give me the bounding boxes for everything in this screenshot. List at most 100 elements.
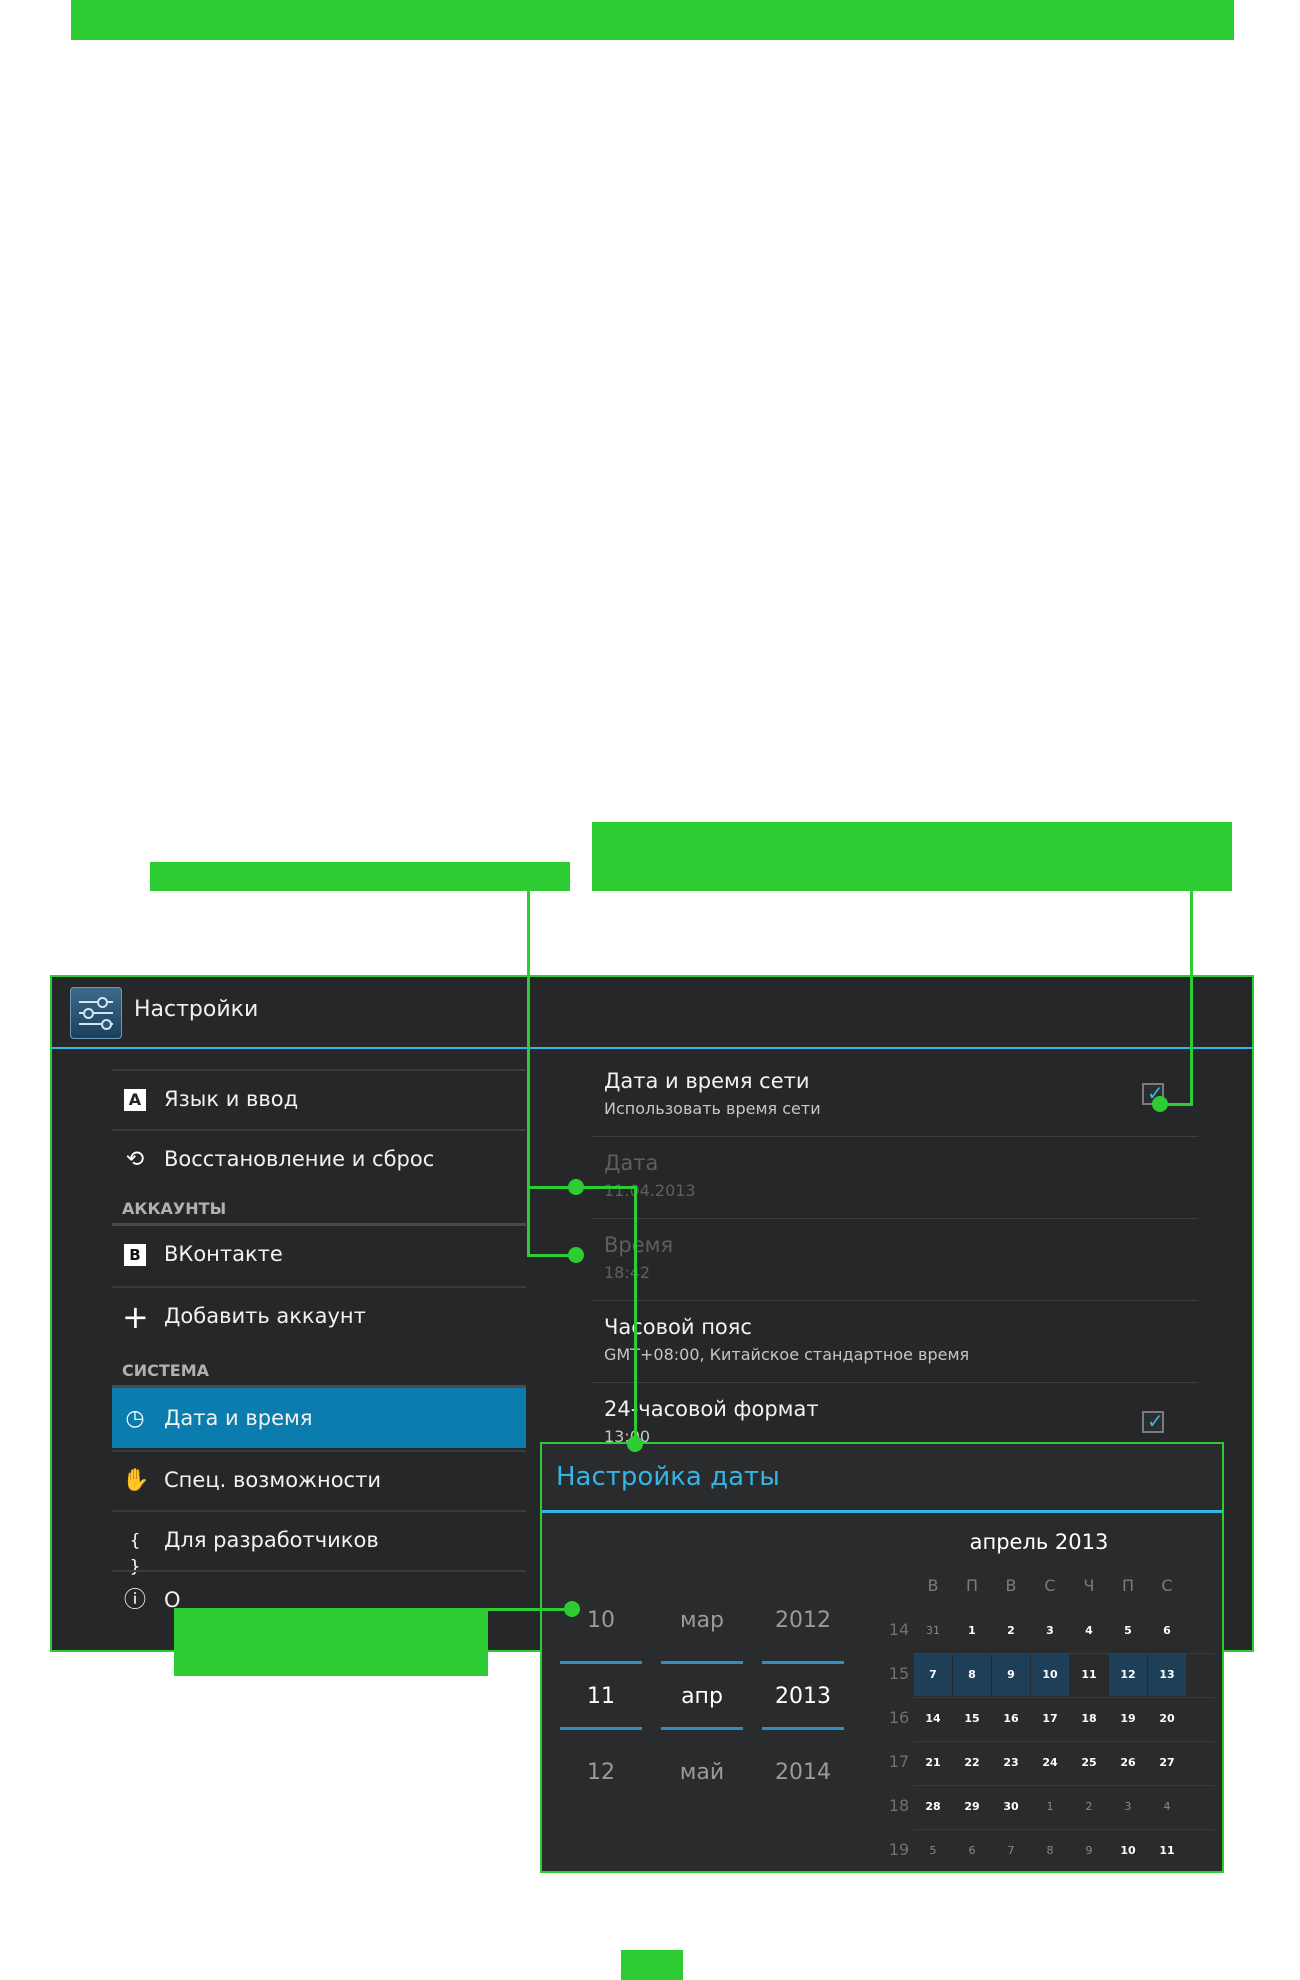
weekday-header: П	[1121, 1576, 1135, 1595]
calendar-day[interactable]: 26	[1109, 1742, 1147, 1784]
sidebar-item-add-account[interactable]: + Добавить аккаунт	[112, 1286, 526, 1346]
network-time-row[interactable]: Дата и время сети Использовать время сет…	[592, 1055, 1198, 1137]
calendar-day[interactable]: 28	[914, 1786, 952, 1828]
sidebar-item-language[interactable]: A Язык и ввод	[112, 1069, 526, 1129]
calendar-day[interactable]: 15	[953, 1698, 991, 1740]
spinner-next-value[interactable]: 12	[560, 1760, 642, 1785]
setting-summary: 11.04.2013	[604, 1181, 696, 1200]
calendar-day[interactable]: 7	[914, 1654, 952, 1696]
calendar-day[interactable]: 8	[953, 1654, 991, 1696]
calendar-day[interactable]: 3	[1109, 1786, 1147, 1828]
calendar-day[interactable]: 6	[953, 1830, 991, 1871]
sidebar-item-vkontakte[interactable]: B ВКонтакте	[112, 1226, 526, 1286]
spinner-prev-value[interactable]: мар	[661, 1608, 743, 1633]
calendar-day[interactable]: 16	[992, 1698, 1030, 1740]
calendar-day[interactable]: 2	[992, 1610, 1030, 1652]
sidebar-item-date-time[interactable]: ◷ Дата и время	[112, 1388, 526, 1448]
sidebar-item-label: Дата и время	[164, 1406, 313, 1430]
setting-title: Часовой пояс	[604, 1315, 752, 1339]
calendar-day[interactable]: 12	[1109, 1654, 1147, 1696]
calendar-day[interactable]: 17	[1031, 1698, 1069, 1740]
header-banner	[71, 0, 1234, 40]
app-title: Настройки	[134, 997, 259, 1022]
callout-label-picker	[174, 1608, 488, 1676]
calendar-day[interactable]: 6	[1148, 1610, 1186, 1652]
calendar-day[interactable]: 23	[992, 1742, 1030, 1784]
check-icon: ✓	[1147, 1409, 1164, 1433]
dialog-title-divider	[542, 1510, 1222, 1513]
callout-label-network-time	[592, 822, 1232, 891]
weekday-header: Ч	[1083, 1576, 1095, 1595]
calendar-day[interactable]: 13	[1148, 1654, 1186, 1696]
calendar-day[interactable]: 7	[992, 1830, 1030, 1871]
dialog-title: Настройка даты	[556, 1462, 780, 1492]
week-number: 19	[888, 1840, 910, 1859]
sidebar-item-label: Восстановление и сброс	[164, 1147, 435, 1171]
spinner-prev-value[interactable]: 2012	[762, 1608, 844, 1633]
calendar-day[interactable]: 25	[1070, 1742, 1108, 1784]
spinner-divider	[661, 1661, 743, 1664]
setting-title: Время	[604, 1233, 674, 1257]
hand-icon: ✋	[122, 1468, 150, 1493]
calendar-day[interactable]: 9	[992, 1654, 1030, 1696]
spinner-next-value[interactable]: май	[661, 1760, 743, 1785]
calendar-day[interactable]: 11	[1148, 1830, 1186, 1871]
sidebar-item-label: Для разработчиков	[164, 1528, 379, 1552]
settings-app-icon[interactable]	[70, 987, 122, 1039]
timezone-row[interactable]: Часовой пояс GMT+08:00, Китайское станда…	[592, 1301, 1198, 1383]
calendar-day[interactable]: 27	[1148, 1742, 1186, 1784]
spinner-current-value[interactable]: апр	[661, 1684, 743, 1709]
calendar-day[interactable]: 29	[953, 1786, 991, 1828]
calendar-day[interactable]: 5	[914, 1830, 952, 1871]
callout-dot	[564, 1601, 580, 1617]
week-number: 17	[888, 1752, 910, 1771]
sidebar-item-developer[interactable]: { } Для разработчиков	[112, 1510, 526, 1577]
calendar-day[interactable]: 8	[1031, 1830, 1069, 1871]
week-number: 15	[888, 1664, 910, 1683]
calendar-day[interactable]: 24	[1031, 1742, 1069, 1784]
format-24h-checkbox[interactable]: ✓	[1142, 1409, 1164, 1433]
calendar-day[interactable]: 3	[1031, 1610, 1069, 1652]
calendar-day[interactable]: 10	[1031, 1654, 1069, 1696]
weekday-header: С	[1044, 1576, 1056, 1595]
section-header-system: СИСТЕМА	[122, 1361, 210, 1380]
time-row[interactable]: Время 18:42	[592, 1219, 1198, 1301]
week-number: 16	[888, 1708, 910, 1727]
calendar-day[interactable]: 20	[1148, 1698, 1186, 1740]
spinner-current-value[interactable]: 11	[560, 1684, 642, 1709]
date-row[interactable]: Дата 11.04.2013	[592, 1137, 1198, 1219]
callout-line	[488, 1608, 568, 1611]
calendar-day[interactable]: 30	[992, 1786, 1030, 1828]
sidebar-item-reset[interactable]: ⟲ Восстановление и сброс	[112, 1129, 526, 1189]
sidebar-item-accessibility[interactable]: ✋ Спец. возможности	[112, 1450, 526, 1510]
plus-icon: +	[122, 1298, 149, 1336]
calendar-day[interactable]: 19	[1109, 1698, 1147, 1740]
calendar-day[interactable]: 2	[1070, 1786, 1108, 1828]
setting-title: Дата и время сети	[604, 1069, 810, 1093]
spinner-current-value[interactable]: 2013	[762, 1684, 844, 1709]
callout-line	[634, 1186, 637, 1444]
calendar-day[interactable]: 1	[1031, 1786, 1069, 1828]
calendar-month-label: апрель 2013	[969, 1530, 1109, 1554]
calendar-day[interactable]: 4	[1148, 1786, 1186, 1828]
sidebar-item-label: Язык и ввод	[164, 1087, 299, 1111]
keyboard-a-icon: A	[124, 1089, 146, 1111]
spinner-divider	[560, 1661, 642, 1664]
calendar-day[interactable]: 22	[953, 1742, 991, 1784]
callout-line	[1190, 891, 1193, 1105]
calendar-day[interactable]: 5	[1109, 1610, 1147, 1652]
calendar-day[interactable]: 10	[1109, 1830, 1147, 1871]
spinner-next-value[interactable]: 2014	[762, 1760, 844, 1785]
date-picker-dialog: Настройка даты 10 11 12 мар апр май 2012…	[540, 1442, 1224, 1873]
calendar-day[interactable]: 1	[953, 1610, 991, 1652]
calendar-day[interactable]: 11	[1070, 1654, 1108, 1696]
spinner-divider	[762, 1661, 844, 1664]
weekday-header: С	[1161, 1576, 1173, 1595]
calendar-day[interactable]: 18	[1070, 1698, 1108, 1740]
calendar-day[interactable]: 21	[914, 1742, 952, 1784]
calendar-day[interactable]: 14	[914, 1698, 952, 1740]
calendar-day[interactable]: 4	[1070, 1610, 1108, 1652]
calendar-day[interactable]: 31	[914, 1610, 952, 1652]
spinner-divider	[762, 1727, 844, 1730]
calendar-day[interactable]: 9	[1070, 1830, 1108, 1871]
